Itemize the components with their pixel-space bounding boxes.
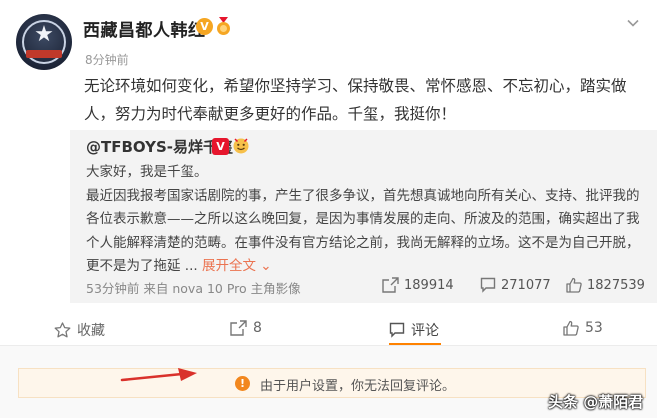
repost-text-line: 个人能解释清楚的范畴。在事件没有官方结论之前，我尚无解释的立场。这不是为自己开脱… [86, 234, 640, 251]
comment-tab[interactable]: 评论 [389, 320, 439, 340]
repost-text-line: 更不是为了拖延 ... 展开全文 ⌄ [86, 255, 646, 279]
expand-link[interactable]: 展开全文 ⌄ [202, 258, 272, 274]
repost-text: 大家好，我是千玺。 最近因我报考国家话剧院的事，产生了很多争议，首先想真诚地向所… [86, 161, 646, 279]
avatar[interactable]: ★ [16, 14, 72, 70]
like-button[interactable]: 53 [563, 320, 603, 336]
repost-author[interactable]: @TFBOYS-易烊千玺 [86, 136, 233, 157]
repost-text-line: 大家好，我是千玺。 [86, 164, 208, 180]
favorite-button[interactable]: 收藏 [54, 320, 105, 340]
post-text-line: 人，努力为时代奉献更多更好的作品。千玺，我挺你！ [84, 105, 457, 123]
repost-count[interactable]: 8 [253, 320, 262, 336]
comment-icon [389, 322, 405, 338]
thumbs-up-icon [566, 277, 582, 293]
like-count: 1827539 [587, 277, 645, 293]
verified-icon: V [212, 138, 229, 155]
avatar-band [26, 50, 62, 58]
share-icon [382, 277, 399, 293]
verified-icon: V [196, 18, 213, 35]
red-arrow-annotation [120, 368, 197, 382]
comment-count: 271077 [501, 277, 551, 293]
post-time: 8分钟前 [85, 53, 129, 67]
emoji-icon [233, 138, 249, 154]
warning-icon: ! [235, 376, 250, 391]
author-name[interactable]: 西藏昌都人韩红 [83, 16, 206, 41]
share-count: 189914 [404, 277, 454, 293]
share-icon [230, 320, 247, 336]
repost-last-line: 更不是为了拖延 ... [86, 258, 198, 274]
star-outline-icon [54, 322, 71, 338]
watermark: 头条 @萧陌君 [548, 393, 644, 411]
favorite-label[interactable]: 收藏 [77, 320, 105, 340]
repost-card[interactable]: @TFBOYS-易烊千玺 V 大家好，我是千玺。 最近因我报考国家话剧院的事，产… [70, 130, 657, 303]
medal-icon [217, 17, 230, 35]
notice-text: 由于用户设置，你无法回复评论。 [260, 379, 456, 394]
comment-icon [480, 277, 496, 293]
repost-meta: 53分钟前 来自 nova 10 Pro 主角影像 [86, 281, 301, 296]
like-count[interactable]: 53 [585, 320, 603, 336]
star-icon: ★ [34, 22, 54, 47]
repost-like-stat[interactable]: 1827539 [566, 277, 645, 293]
repost-share-stat[interactable]: 189914 [382, 277, 454, 293]
thumbs-up-icon [563, 320, 579, 336]
comment-label[interactable]: 评论 [411, 320, 439, 340]
expand-label[interactable]: 展开全文 [202, 258, 256, 274]
post-text: 无论环境如何变化，希望你坚持学习、保持敬畏、常怀感恩、不忘初心，踏实做 人，努力… [84, 72, 644, 128]
repost-button[interactable]: 8 [230, 320, 262, 336]
chevron-down-icon[interactable] [626, 16, 640, 30]
chevron-down-icon[interactable]: ⌄ [260, 258, 271, 274]
repost-text-line: 最近因我报考国家话剧院的事，产生了很多争议，首先想真诚地向所有关心、支持、批评我… [86, 187, 640, 204]
repost-comment-stat[interactable]: 271077 [480, 277, 551, 293]
post-text-line: 无论环境如何变化，希望你坚持学习、保持敬畏、常怀感恩、不忘初心，踏实做 [84, 77, 627, 95]
repost-text-line: 各位表示歉意——之所以这么晚回复，是因为事情发展的走向、所波及的范围，确实超出了… [86, 211, 640, 227]
